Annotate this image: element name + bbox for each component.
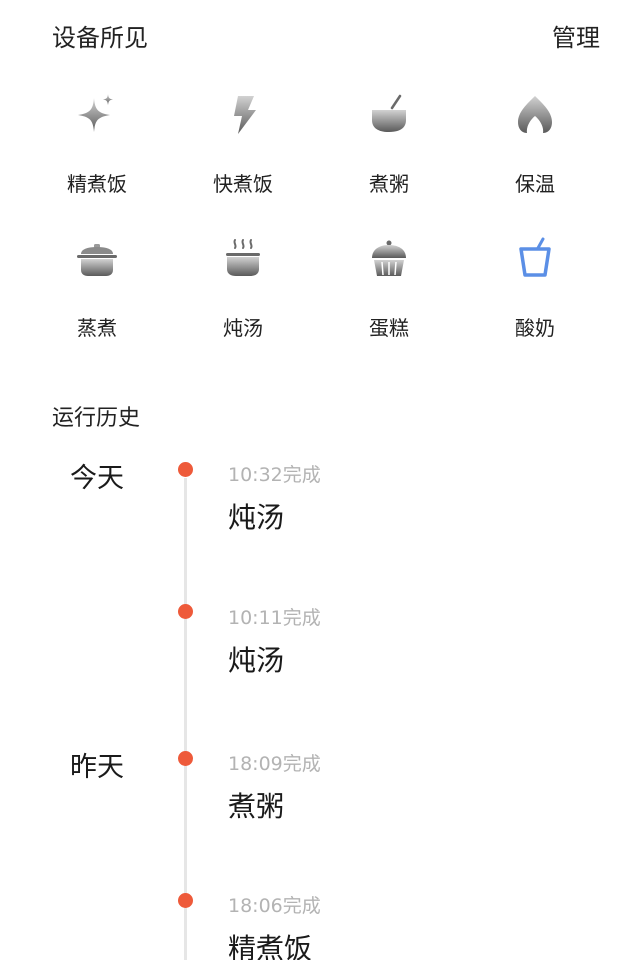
steam-pot-icon	[218, 234, 268, 284]
mode-label: 炖汤	[223, 316, 263, 340]
entry-time: 10:32完成	[228, 464, 321, 486]
mode-suannai[interactable]: 酸奶	[462, 226, 608, 356]
day-label-yesterday: 昨天	[70, 752, 124, 783]
device-page: 设备所见 管理 精煮饭 快煮饭 煮粥 保温 蒸煮 炖汤 蛋糕 酸奶 运行历史 今…	[0, 0, 640, 960]
day-label-today: 今天	[70, 463, 124, 494]
mode-baowen[interactable]: 保温	[462, 82, 608, 212]
header: 设备所见 管理	[0, 0, 640, 70]
mode-label: 蛋糕	[369, 316, 409, 340]
mode-kuaizhufan[interactable]: 快煮饭	[170, 82, 316, 212]
history-title: 运行历史	[52, 406, 141, 431]
history-entry[interactable]: 18:09完成 煮粥	[228, 752, 608, 824]
cake-icon	[364, 234, 414, 284]
mode-label: 保温	[515, 172, 555, 196]
cup-icon	[510, 234, 560, 284]
entry-name: 精煮饭	[228, 932, 313, 960]
bowl-icon	[364, 90, 414, 140]
history-entry[interactable]: 10:11完成 炖汤	[228, 606, 608, 678]
entry-time: 18:09完成	[228, 753, 321, 775]
mode-label: 快煮饭	[213, 172, 273, 196]
sparkle-icon	[72, 90, 122, 140]
mode-zhuzhou[interactable]: 煮粥	[316, 82, 462, 212]
entry-name: 炖汤	[228, 501, 285, 534]
timeline-dot	[178, 604, 193, 619]
entry-time: 10:11完成	[228, 607, 321, 629]
mode-label: 煮粥	[369, 172, 409, 196]
history-entry[interactable]: 18:06完成 精煮饭	[228, 894, 608, 960]
mode-zhengzhu[interactable]: 蒸煮	[24, 226, 170, 356]
pot-icon	[72, 234, 122, 284]
mode-label: 精煮饭	[67, 172, 127, 196]
mode-label: 蒸煮	[77, 316, 117, 340]
timeline-dot	[178, 751, 193, 766]
flame-icon	[510, 90, 560, 140]
lightning-icon	[218, 90, 268, 140]
entry-name: 炖汤	[228, 644, 285, 677]
timeline-line	[184, 478, 187, 960]
mode-duntang[interactable]: 炖汤	[170, 226, 316, 356]
entry-name: 煮粥	[228, 790, 285, 823]
history-entry[interactable]: 10:32完成 炖汤	[228, 463, 608, 535]
entry-time: 18:06完成	[228, 895, 321, 917]
manage-button[interactable]: 管理	[552, 18, 600, 53]
timeline-dot	[178, 462, 193, 477]
mode-jingzhufan[interactable]: 精煮饭	[24, 82, 170, 212]
timeline-dot	[178, 893, 193, 908]
page-title: 设备所见	[52, 24, 148, 52]
mode-dangao[interactable]: 蛋糕	[316, 226, 462, 356]
mode-label: 酸奶	[515, 316, 555, 340]
